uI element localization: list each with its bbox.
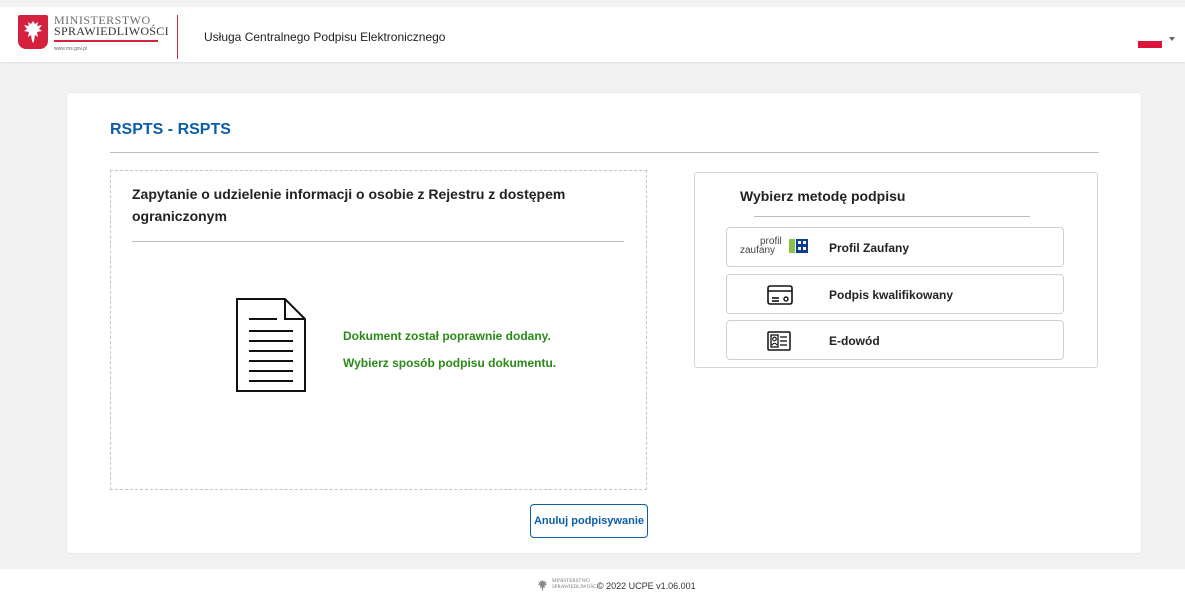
footer: MINISTERSTWO SPRAWIEDLIWOŚCI © 2022 UCPE…: [0, 569, 1185, 602]
document-status-added: Dokument został poprawnie dodany.: [343, 329, 551, 343]
language-flag-icon[interactable]: [1138, 34, 1162, 48]
id-card-icon: [737, 328, 809, 354]
ministry-url: www.ms.gov.pl: [54, 46, 87, 52]
eagle-emblem-icon: [18, 15, 48, 49]
document-panel: Zapytanie o udzielenie informacji o osob…: [110, 170, 647, 490]
main-card: RSPTS - RSPTS Zapytanie o udzielenie inf…: [67, 93, 1141, 553]
language-dropdown-caret-icon[interactable]: [1169, 37, 1175, 41]
document-status-choose-method: Wybierz sposób podpisu dokumentu.: [343, 356, 557, 370]
service-title: Usługa Centralnego Podpisu Elektroniczne…: [204, 30, 446, 44]
logo-red-bar: [54, 40, 158, 42]
footer-ministry-line2: SPRAWIEDLIWOŚCI: [552, 585, 598, 590]
footer-ministry-name: MINISTERSTWO SPRAWIEDLIWOŚCI: [552, 579, 598, 591]
document-status: Dokument został poprawnie dodany. Wybier…: [343, 323, 556, 377]
ministry-logo[interactable]: MINISTERSTWO SPRAWIEDLIWOŚCI www.ms.gov.…: [18, 14, 178, 61]
signature-method-title: Wybierz metodę podpisu: [740, 188, 906, 204]
footer-eagle-icon: [538, 580, 547, 591]
method-e-dowod-button[interactable]: E-dowód: [726, 320, 1064, 360]
cancel-signing-button[interactable]: Anuluj podpisywanie: [530, 504, 648, 538]
method-qualified-signature-label: Podpis kwalifikowany: [829, 288, 954, 302]
pz-logo-line2: zaufany: [740, 245, 776, 256]
document-divider: [132, 241, 624, 242]
method-profil-zaufany-button[interactable]: profil zaufany Profil Zaufany: [726, 227, 1064, 267]
top-header: MINISTERSTWO SPRAWIEDLIWOŚCI www.ms.gov.…: [0, 0, 1185, 62]
header-divider: [177, 15, 178, 59]
signature-divider: [754, 216, 1030, 217]
footer-copyright: © 2022 UCPE v1.06.001: [597, 581, 696, 591]
method-profil-zaufany-label: Profil Zaufany: [829, 241, 910, 255]
document-title: Zapytanie o udzielenie informacji o osob…: [132, 186, 566, 224]
ministry-name: MINISTERSTWO SPRAWIEDLIWOŚCI: [54, 14, 169, 38]
page-title: RSPTS - RSPTS: [110, 121, 231, 138]
document-icon: [235, 297, 307, 398]
profil-zaufany-logo-icon: profil zaufany: [737, 235, 809, 261]
method-qualified-signature-button[interactable]: Podpis kwalifikowany: [726, 274, 1064, 314]
signature-method-panel: Wybierz metodę podpisu profil zaufany Pr…: [694, 172, 1098, 368]
title-divider: [110, 152, 1099, 153]
card-icon: [737, 282, 809, 308]
method-e-dowod-label: E-dowód: [829, 334, 880, 348]
ministry-name-line2: SPRAWIEDLIWOŚCI: [54, 24, 169, 38]
